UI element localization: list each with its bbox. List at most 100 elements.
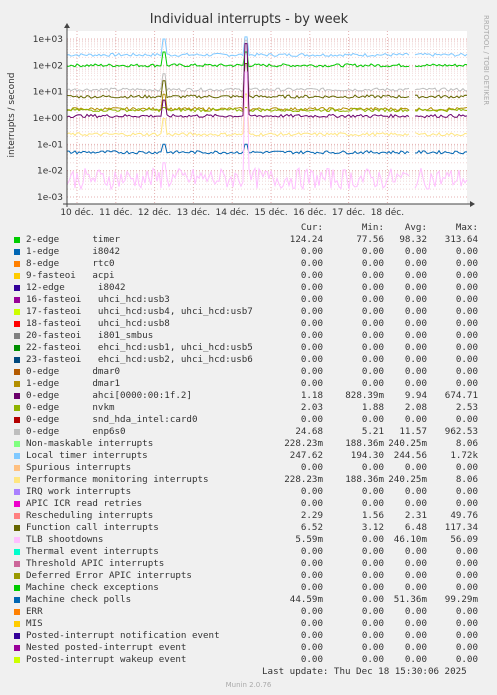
legend-swatch: [14, 621, 20, 627]
legend-value: 0.00: [455, 282, 478, 293]
legend-value: 0.00: [455, 354, 478, 365]
legend-value: 0.00: [455, 486, 478, 497]
legend-value: 5.59m: [295, 534, 323, 545]
legend-row: 0-edge dmar0 0.00 0.00 0.00 0.00: [14, 366, 490, 378]
legend-value: 0.00: [300, 342, 323, 353]
legend-row: TLB shootdowns 5.59m 0.00 46.10m 56.09: [14, 534, 490, 546]
legend-value: 0.00: [455, 570, 478, 581]
legend-label: Rescheduling interrupts: [26, 510, 154, 521]
legend-label: IRQ work interrupts: [26, 486, 132, 497]
legend-row: 0-edge snd_hda_intel:card0 0.00 0.00 0.00 0.…: [14, 414, 490, 426]
legend-swatch: [14, 273, 20, 279]
legend-value: 0.00: [300, 642, 323, 653]
legend-swatch: [14, 489, 20, 495]
legend-value: 0.00: [455, 606, 478, 617]
legend-value: 0.00: [300, 498, 323, 509]
legend-swatch: [14, 561, 20, 567]
legend-label: 0-edge snd_hda_intel:card0: [26, 414, 198, 425]
legend-row: 17-fasteoi uhci_hcd:usb4, uhci_hcd:usb7 0…: [14, 306, 490, 318]
legend-value: 0.00: [455, 558, 478, 569]
legend-row: APIC ICR read retries 0.00 0.00 0.00 0.00: [14, 498, 490, 510]
legend-swatch: [14, 477, 20, 483]
legend-value: 2.29: [300, 510, 323, 521]
chart: Individual interrupts - by week interrup…: [7, 12, 490, 218]
y-tick-label: 1e+02: [33, 61, 63, 71]
legend-value: 0.00: [300, 654, 323, 665]
legend-value: 0.00: [300, 570, 323, 581]
legend-value: 0.00: [300, 354, 323, 365]
legend-value: 0.00: [455, 270, 478, 281]
legend-value: 0.00: [300, 630, 323, 641]
legend-swatch: [14, 633, 20, 639]
chart-title: Individual interrupts - by week: [150, 12, 349, 27]
legend-value: 1.72k: [450, 450, 478, 461]
legend-value: 0.00: [455, 498, 478, 509]
legend-label: 1-edge dmar1: [26, 378, 121, 389]
legend-label: 22-fasteoi ehci_hcd:usb1, uhci_hcd:usb5: [26, 342, 253, 353]
legend-label: Thermal event interrupts: [26, 546, 159, 557]
legend-row: 1-edge dmar1 0.00 0.00 0.00 0.00: [14, 378, 490, 390]
x-tick-label: 11 déc.: [99, 207, 132, 218]
legend-swatch: [14, 357, 20, 363]
legend-row: Machine check exceptions 0.00 0.00 0.00 0.00: [14, 582, 490, 594]
legend-value: 0.00: [300, 270, 323, 281]
legend-label: Posted-interrupt notification event: [26, 630, 220, 641]
col-max: Max:: [455, 222, 478, 233]
legend-row: 12-edge i8042 0.00 0.00 0.00 0.00: [14, 282, 490, 294]
legend-value: 44.59m: [289, 594, 323, 605]
x-tick-label: 18 déc.: [371, 207, 404, 218]
legend-value: 0.00: [300, 294, 323, 305]
legend-value: 0.00: [455, 546, 478, 557]
legend-row: 20-fasteoi i801_smbus 0.00 0.00 0.00 0.00: [14, 330, 490, 342]
legend-row: 18-fasteoi uhci_hcd:usb8 0.00 0.00 0.00 0.00: [14, 318, 490, 330]
legend-row: 1-edge i8042 0.00 0.00 0.00 0.00: [14, 246, 490, 258]
legend-row: 8-edge rtc0 0.00 0.00 0.00 0.00: [14, 258, 490, 270]
legend-value: 0.00: [455, 630, 478, 641]
legend-label: 20-fasteoi i801_smbus: [26, 330, 154, 341]
legend-swatch: [14, 597, 20, 603]
rrdtool-credit: RRDTOOL / TOBI OETIKER: [482, 15, 490, 105]
legend-swatch: [14, 405, 20, 411]
legend-label: 16-fasteoi uhci_hcd:usb3: [26, 294, 170, 305]
legend-value: 0.00: [300, 246, 323, 257]
legend-value: 0.00: [300, 618, 323, 629]
legend-value: 0.00: [300, 306, 323, 317]
legend-swatch: [14, 645, 20, 651]
legend-label: Spurious interrupts: [26, 462, 132, 473]
legend-row: Rescheduling interrupts 2.29 1.56 2.31 49.76: [14, 510, 490, 522]
legend-value: 2.53: [455, 402, 478, 413]
legend-row: 0-edge ahci[0000:00:1f.2] 1.18 828.39m 9.94…: [14, 390, 490, 402]
legend-value: 0.00: [455, 366, 478, 377]
y-ticks: 1e+03 1e+02 1e+01 1e+00 1e-01 1e-02 1e-03: [33, 35, 64, 203]
legend-row: IRQ work interrupts 0.00 0.00 0.00 0.00: [14, 486, 490, 498]
legend-label: TLB shootdowns: [26, 534, 104, 545]
legend-label: Local timer interrupts: [26, 450, 148, 461]
legend-swatch: [14, 297, 20, 303]
x-tick-label: 13 déc.: [177, 207, 210, 218]
legend-swatch: [14, 573, 20, 579]
legend-label: ERR: [26, 606, 43, 617]
last-update: Last update: Thu Dec 18 15:30:06 2025: [262, 666, 467, 677]
legend-value: 0.00: [300, 258, 323, 269]
legend-label: 23-fasteoi ehci_hcd:usb2, uhci_hcd:usb6: [26, 354, 253, 365]
legend-row: Function call interrupts 6.52 3.12 6.48 117.…: [14, 522, 490, 534]
legend-label: 0-edge nvkm: [26, 402, 115, 413]
legend-value: 0.00: [300, 330, 323, 341]
legend-value: 228.23m: [284, 474, 323, 485]
legend-value: 0.00: [300, 414, 323, 425]
legend-row: 9-fasteoi acpi 0.00 0.00 0.00 0.00: [14, 270, 490, 282]
legend-value: 0.00: [455, 258, 478, 269]
legend-swatch: [14, 609, 20, 615]
legend-label: 18-fasteoi uhci_hcd:usb8: [26, 318, 170, 329]
legend-value: 99.29m: [444, 594, 478, 605]
legend-value: 0.00: [300, 558, 323, 569]
legend-swatch: [14, 657, 20, 663]
legend-row: Posted-interrupt wakeup event 0.00 0.00 0.0…: [14, 654, 490, 666]
legend-label: Machine check exceptions: [26, 582, 159, 593]
legend-swatch: [14, 513, 20, 519]
y-tick-label: 1e-01: [37, 140, 63, 150]
legend-value: 124.24: [289, 234, 323, 245]
legend-value: 0.00: [300, 378, 323, 389]
x-ticks: 10 déc. 11 déc. 12 déc. 13 déc. 14 déc. 15 dé…: [60, 207, 404, 218]
legend-label: 9-fasteoi acpi: [26, 270, 115, 281]
